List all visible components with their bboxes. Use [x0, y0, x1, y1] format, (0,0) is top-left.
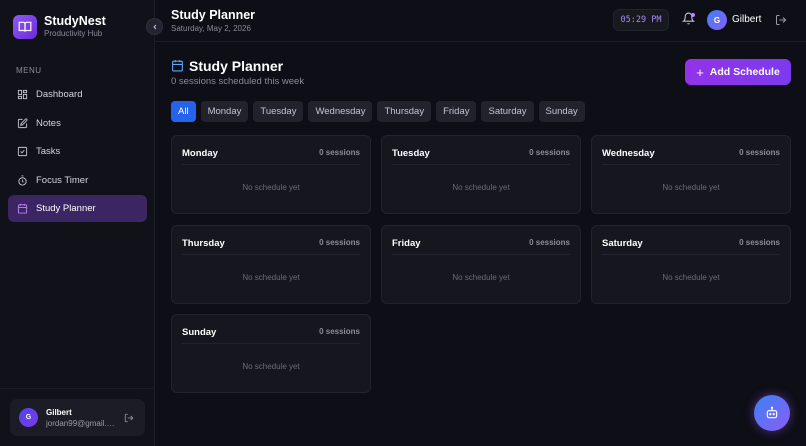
sidebar: StudyNest Productivity Hub MENU Dashboar…	[0, 0, 155, 446]
chevron-left-icon	[152, 24, 156, 29]
filter-wednesday[interactable]: Wednesday	[308, 101, 373, 122]
day-name: Sunday	[182, 327, 217, 338]
filter-sunday[interactable]: Sunday	[538, 101, 585, 122]
day-name: Friday	[392, 238, 421, 249]
menu-label: MENU	[16, 66, 42, 75]
filter-saturday[interactable]: Saturday	[481, 101, 534, 122]
divider	[602, 164, 780, 165]
header-title: Study Planner	[171, 8, 256, 22]
day-name: Thursday	[182, 238, 225, 249]
sidebar-item-label: Focus Timer	[36, 174, 89, 186]
user-email: jordan99@gmail.com	[46, 418, 118, 428]
day-card-monday: Monday 0 sessions No schedule yet	[171, 135, 371, 214]
day-card-sunday: Sunday 0 sessions No schedule yet	[171, 314, 371, 393]
day-card-tuesday: Tuesday 0 sessions No schedule yet	[381, 135, 581, 214]
day-card-thursday: Thursday 0 sessions No schedule yet	[171, 225, 371, 304]
day-card-friday: Friday 0 sessions No schedule yet	[381, 225, 581, 304]
sidebar-divider	[0, 388, 155, 389]
filter-tuesday[interactable]: Tuesday	[253, 101, 304, 122]
header-user-name[interactable]: Gilbert	[732, 14, 761, 25]
filter-all[interactable]: All	[171, 101, 196, 122]
sidebar-item-notes[interactable]: Notes	[8, 110, 147, 137]
page-title: Study Planner	[189, 58, 284, 74]
page-subtitle: 0 sessions scheduled this week	[171, 76, 305, 87]
collapse-sidebar-button[interactable]	[146, 18, 163, 35]
robot-icon	[766, 406, 778, 419]
empty-state: No schedule yet	[662, 273, 720, 282]
calendar-icon	[171, 59, 184, 77]
brand[interactable]: StudyNest Productivity Hub	[13, 14, 106, 39]
empty-state: No schedule yet	[662, 183, 720, 192]
sidebar-item-dashboard[interactable]: Dashboard	[8, 81, 147, 108]
filter-thursday[interactable]: Thursday	[377, 101, 432, 122]
user-name: Gilbert	[46, 407, 72, 417]
calendar-icon	[16, 203, 28, 215]
user-card[interactable]: G Gilbert jordan99@gmail.com	[10, 399, 145, 436]
add-schedule-label: Add Schedule	[709, 66, 780, 78]
bell-icon[interactable]	[681, 12, 696, 26]
sidebar-item-study-planner[interactable]: Study Planner	[8, 195, 147, 223]
dashboard-icon	[16, 89, 28, 101]
top-header: Study Planner Saturday, May 2, 2026 05:2…	[155, 0, 806, 42]
sidebar-item-label: Notes	[36, 117, 61, 129]
session-count: 0 sessions	[739, 148, 780, 157]
filter-friday[interactable]: Friday	[436, 101, 477, 122]
book-icon	[13, 14, 37, 39]
empty-state: No schedule yet	[452, 183, 510, 192]
divider	[182, 254, 360, 255]
logout-icon[interactable]	[124, 413, 134, 423]
day-filter-bar: All Monday Tuesday Wednesday Thursday Fr…	[171, 101, 590, 122]
day-name: Tuesday	[392, 148, 430, 159]
day-card-saturday: Saturday 0 sessions No schedule yet	[591, 225, 791, 304]
clock: 05:29 PM	[613, 9, 669, 31]
session-count: 0 sessions	[319, 148, 360, 157]
session-count: 0 sessions	[319, 238, 360, 247]
session-count: 0 sessions	[529, 148, 570, 157]
session-count: 0 sessions	[529, 238, 570, 247]
timer-icon	[16, 174, 28, 186]
sidebar-item-label: Tasks	[36, 146, 61, 158]
sidebar-item-label: Dashboard	[36, 89, 83, 100]
sidebar-item-label: Study Planner	[36, 203, 96, 215]
notes-icon	[16, 117, 28, 129]
sidebar-item-focus-timer[interactable]: Focus Timer	[8, 167, 147, 194]
day-name: Monday	[182, 148, 218, 159]
assistant-button[interactable]	[754, 395, 790, 431]
day-name: Wednesday	[602, 148, 655, 159]
avatar: G	[19, 408, 38, 427]
sidebar-nav: Dashboard Notes Tasks Focus Timer Study …	[8, 81, 147, 224]
divider	[182, 164, 360, 165]
divider	[392, 164, 570, 165]
add-schedule-button[interactable]: + Add Schedule	[685, 59, 791, 85]
filter-monday[interactable]: Monday	[200, 101, 249, 122]
brand-subtitle: Productivity Hub	[44, 29, 103, 38]
notification-dot	[691, 13, 695, 17]
tasks-icon	[16, 146, 28, 158]
divider	[182, 343, 360, 344]
empty-state: No schedule yet	[242, 183, 300, 192]
logout-icon[interactable]	[775, 13, 787, 31]
header-date: Saturday, May 2, 2026	[171, 24, 251, 33]
avatar[interactable]: G	[707, 10, 727, 30]
plus-icon: +	[696, 64, 704, 80]
day-card-wednesday: Wednesday 0 sessions No schedule yet	[591, 135, 791, 214]
brand-name: StudyNest	[44, 14, 106, 28]
session-count: 0 sessions	[739, 238, 780, 247]
empty-state: No schedule yet	[242, 273, 300, 282]
empty-state: No schedule yet	[452, 273, 510, 282]
empty-state: No schedule yet	[242, 362, 300, 371]
divider	[602, 254, 780, 255]
divider	[392, 254, 570, 255]
session-count: 0 sessions	[319, 327, 360, 336]
sidebar-item-tasks[interactable]: Tasks	[8, 138, 147, 165]
day-name: Saturday	[602, 238, 643, 249]
